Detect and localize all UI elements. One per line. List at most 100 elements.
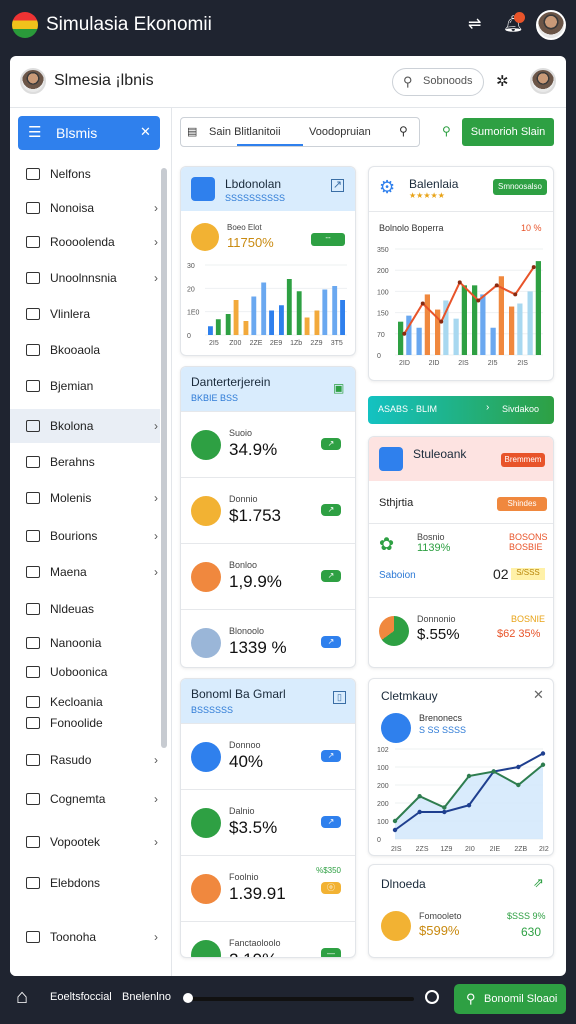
progress-knob[interactable] <box>183 993 193 1003</box>
sidebar-item[interactable]: Uoboonica <box>10 655 160 689</box>
y-tick-label: 70 <box>377 332 385 339</box>
tab-2[interactable]: Voodopruian <box>309 126 371 138</box>
card-deposits: Danterterjerein BKBIE BSS ▣ Suoio 34.9% ↗ D… <box>180 366 356 668</box>
app-title: Simulasia Ekonomii <box>46 14 212 35</box>
sidebar-item-label: Nanoonia <box>50 636 102 650</box>
trend-badge[interactable]: ⓞ <box>321 882 341 894</box>
coin-icon <box>381 911 411 941</box>
home-icon[interactable]: ⌂ <box>16 986 28 1009</box>
profile-avatar[interactable] <box>20 68 46 94</box>
status-badge[interactable]: Bremmem <box>501 453 545 467</box>
trend-badge[interactable]: ↗ <box>321 750 341 762</box>
sidebar-item[interactable]: Elebdons <box>10 866 160 900</box>
card-subtitle: SSSSSSSSSS <box>225 193 286 203</box>
bar <box>243 321 249 335</box>
metric-right: %$350 <box>316 866 341 875</box>
y-tick-label: 30 <box>187 263 195 270</box>
chevron-right-icon: › <box>486 402 490 413</box>
trend-badge[interactable]: — <box>321 948 341 957</box>
chevron-right-icon: › <box>154 792 158 806</box>
x-tick-label: 2ID <box>399 360 410 367</box>
x-tick-label: 2IS <box>391 846 402 853</box>
trend-point <box>439 319 444 324</box>
progress-strip[interactable]: ASABS · BLIM › Sivdakoo <box>368 396 554 424</box>
trend-badge[interactable]: ↗ <box>321 570 341 582</box>
sidebar-item[interactable]: Unoolnnsnia › <box>10 261 160 295</box>
sidebar-item[interactable]: Nonoisa › <box>10 191 160 225</box>
sidebar-item[interactable]: Maena › <box>10 555 160 589</box>
record-icon[interactable] <box>425 990 439 1004</box>
sidebar-item[interactable]: Bourions › <box>10 519 160 553</box>
sidebar-item[interactable]: Fonoolide <box>10 706 160 740</box>
menu-item-icon <box>26 877 40 889</box>
chart-icon <box>381 713 411 743</box>
sidebar-item[interactable]: Bkolona › <box>10 409 160 443</box>
trend-badge[interactable]: ↗ <box>321 636 341 648</box>
y-tick-label: 0 <box>377 837 381 844</box>
sidebar-item[interactable]: Bjemian <box>10 369 160 403</box>
menu-item-icon <box>26 380 40 392</box>
image-icon[interactable]: ▣ <box>333 381 344 395</box>
sidebar-item[interactable]: Roooolenda › <box>10 225 160 259</box>
share-icon[interactable]: ⇌ <box>468 14 481 34</box>
trend-badge[interactable]: ↗ <box>321 504 341 516</box>
card-dividend: Dlnoeda ⇗ Fomooleto $599% $SSS 9% 630 <box>368 864 554 958</box>
menu-item-icon <box>26 492 40 504</box>
trend-point <box>513 292 518 297</box>
menu-item-icon <box>26 202 40 214</box>
y-tick-label: 100 <box>377 765 389 772</box>
chevron-right-icon: › <box>154 529 158 543</box>
divider <box>369 211 553 212</box>
sidebar-item-label: Bjemian <box>50 379 94 393</box>
sidebar-item-label: Toonoha <box>50 930 97 944</box>
sidebar-item-label: Vopootek <box>50 835 101 849</box>
section-badge[interactable]: Shindes <box>497 497 547 511</box>
expand-icon[interactable]: ↗ <box>331 179 344 192</box>
status-badge[interactable]: Smnoosalso <box>493 179 547 195</box>
tab-underline <box>237 144 303 146</box>
y-tick-label: 100 <box>377 819 389 826</box>
sidebar-item[interactable]: Cognemta › <box>10 782 160 816</box>
settings-icon[interactable]: ✲ <box>496 72 509 90</box>
bottom-action-button[interactable]: ⚲ Bonomil Sloaoi <box>454 984 566 1014</box>
metric-row: ✿ Bosnio 1139% BOSONS BOSBIE Saboion 02 … <box>369 523 553 595</box>
close-icon[interactable]: ✕ <box>533 687 544 703</box>
expand-icon[interactable]: ▯ <box>333 691 346 704</box>
trend-badge[interactable]: ↗ <box>321 438 341 450</box>
metric-row: Donnoo 40% ↗ <box>181 723 355 789</box>
sidebar-header-button[interactable]: ☰ Blsmis ✕ <box>18 116 160 150</box>
sidebar-item[interactable]: Berahns <box>10 445 160 479</box>
sidebar-item-label: Nldeuas <box>50 602 95 616</box>
bar <box>517 303 523 355</box>
sidebar-item[interactable]: Bkooaola <box>10 333 160 367</box>
data-point <box>466 803 472 808</box>
sidebar-item[interactable]: Vopootek › <box>10 825 160 859</box>
sidebar-item[interactable]: Nldeuas <box>10 592 160 626</box>
sidebar-item[interactable]: Toonoha › <box>10 920 160 954</box>
close-icon[interactable]: ✕ <box>140 124 151 140</box>
sidebar-item[interactable]: Molenis › <box>10 481 160 515</box>
account-avatar[interactable] <box>530 68 556 94</box>
growth-icon: ⇗ <box>533 875 544 890</box>
sidebar-item[interactable]: Nelfons <box>10 157 160 191</box>
trend-badge[interactable]: ↗ <box>321 816 341 828</box>
bar <box>332 286 338 335</box>
search-icon[interactable]: ⚲ <box>442 124 451 138</box>
menu-item-icon <box>26 754 40 766</box>
money-icon: ✿ <box>379 534 395 554</box>
bar <box>304 317 310 335</box>
sidebar-item[interactable]: Rasudo › <box>10 743 160 777</box>
progress-track[interactable] <box>186 997 414 1001</box>
card-header <box>181 367 355 411</box>
sidebar-scrollbar[interactable] <box>161 168 167 748</box>
primary-action-button[interactable]: Sumorioh Slain <box>462 118 554 146</box>
content-toolbar: ▤ Sain Blitlanitoii Voodopruian ⚲ ⚲ Sumo… <box>180 114 554 150</box>
search-icon[interactable]: ⚲ <box>399 124 408 138</box>
search-input[interactable]: ⚲ Sobnoods <box>392 68 484 96</box>
tab-1[interactable]: Sain Blitlanitoii <box>209 126 281 138</box>
user-avatar[interactable] <box>536 10 566 40</box>
chevron-right-icon: › <box>154 419 158 433</box>
sidebar-item[interactable]: Vlinlera <box>10 297 160 331</box>
metric-icon <box>191 496 221 526</box>
bar <box>279 305 284 335</box>
